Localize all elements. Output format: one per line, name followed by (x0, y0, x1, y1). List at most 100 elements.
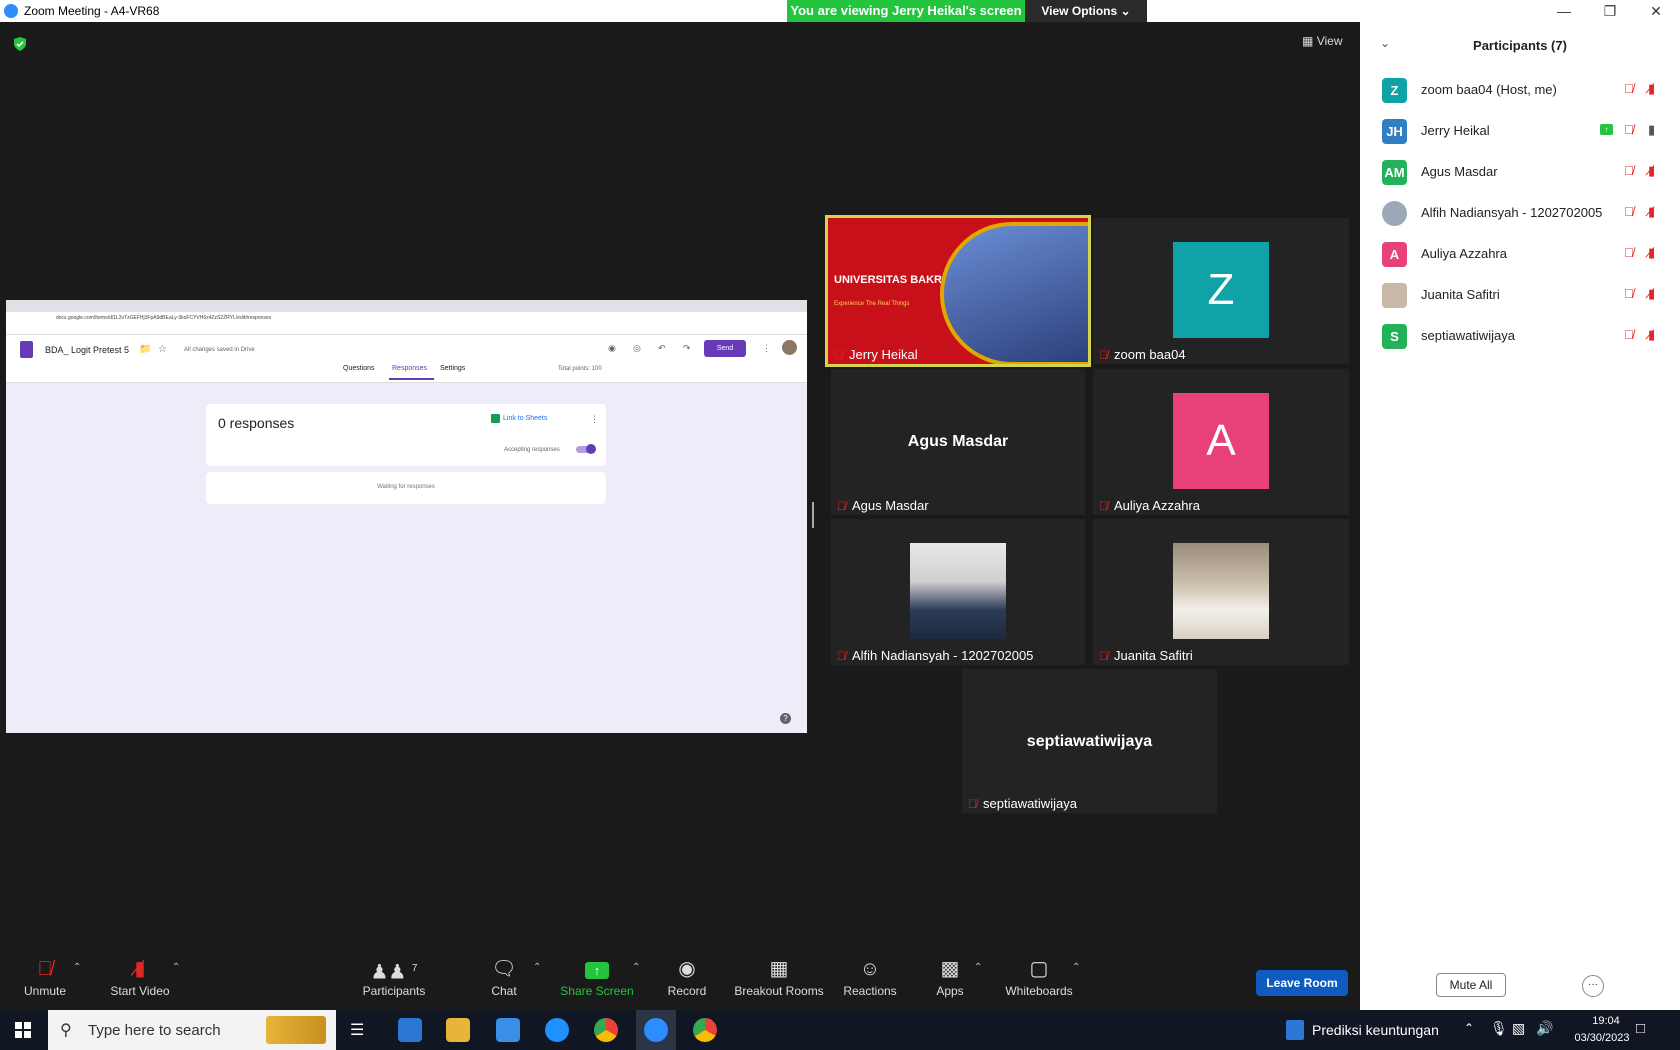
muted-mic-icon[interactable]: 🎙̸ (1624, 81, 1634, 96)
video-icon[interactable]: ▮ (1648, 122, 1655, 138)
participant-name: Agus Masdar (1421, 164, 1498, 179)
tab-settings[interactable]: Settings (440, 365, 465, 372)
participants-button[interactable]: ♟♟ 7 Participants (356, 958, 432, 998)
clock-time[interactable]: 19:04 (1576, 1015, 1636, 1027)
restore-button[interactable]: ❐ (1590, 1, 1630, 21)
video-off-icon[interactable]: ▮̸ (1648, 286, 1655, 302)
chrome-icon[interactable] (594, 1018, 618, 1042)
leave-room-button[interactable]: Leave Room (1256, 970, 1348, 996)
search-icon: ⚲ (60, 1022, 72, 1039)
whiteboard-options-caret[interactable]: ⌃ (1072, 962, 1080, 973)
notification-icon[interactable]: □ (1636, 1020, 1645, 1037)
muted-mic-icon[interactable]: 🎙̸ (1624, 245, 1634, 260)
undo-icon[interactable]: ↶ (658, 343, 666, 354)
zoom-taskbar-button[interactable] (636, 1010, 676, 1050)
chat-options-caret[interactable]: ⌃ (533, 962, 541, 973)
video-off-icon[interactable]: ▮̸ (1648, 245, 1655, 261)
video-tile-jerry[interactable]: UNIVERSITAS BAKRIE Experience The Real T… (825, 215, 1091, 367)
palette-icon[interactable]: ◉ (608, 343, 616, 354)
shield-icon[interactable] (12, 36, 28, 52)
apps-options-caret[interactable]: ⌃ (974, 962, 982, 973)
participant-row[interactable]: S septiawatiwijaya 🎙̸ ▮̸ (1360, 316, 1680, 357)
microphone-icon[interactable]: 🎙 (1490, 1020, 1508, 1037)
toggle-knob[interactable] (586, 444, 596, 454)
record-button[interactable]: ◉ Record (666, 958, 708, 998)
participant-row[interactable]: AM Agus Masdar 🎙̸ ▮̸ (1360, 152, 1680, 193)
windows-start-icon[interactable] (0, 1010, 46, 1050)
video-options-caret[interactable]: ⌃ (172, 962, 180, 973)
video-off-icon[interactable]: ▮̸ (1648, 204, 1655, 220)
slide-title: UNIVERSITAS BAKRIE (834, 274, 953, 286)
unmute-button[interactable]: 🎙̸ Unmute (20, 958, 70, 998)
muted-mic-icon[interactable]: 🎙̸ (1624, 327, 1634, 342)
participant-row[interactable]: A Auliya Azzahra 🎙̸ ▮̸ (1360, 234, 1680, 275)
start-video-button[interactable]: ▮̸ Start Video (104, 958, 176, 998)
file-explorer-icon[interactable] (446, 1018, 470, 1042)
news-widget[interactable]: Prediksi keuntungan (1312, 1022, 1439, 1038)
video-tile-agus[interactable]: Agus Masdar 🎙̸ Agus Masdar (831, 369, 1085, 515)
clock-date[interactable]: 03/30/2023 (1562, 1032, 1642, 1044)
participant-row[interactable]: Alfih Nadiansyah - 1202702005 🎙̸ ▮̸ (1360, 193, 1680, 234)
chat-icon: 🗨 (491, 958, 517, 980)
participant-row[interactable]: Juanita Safitri 🎙̸ ▮̸ (1360, 275, 1680, 316)
muted-mic-icon: 🎙̸ (1099, 649, 1108, 663)
breakout-rooms-button[interactable]: ▦ Breakout Rooms (734, 958, 824, 998)
more-options-button[interactable]: ··· (1582, 975, 1604, 997)
muted-mic-icon[interactable]: 🎙̸ (1624, 122, 1634, 137)
muted-mic-icon[interactable]: 🎙̸ (1624, 163, 1634, 178)
browser-tab-strip[interactable] (6, 300, 807, 312)
more-vert-icon[interactable]: ⋮ (590, 414, 599, 425)
participant-name: Alfih Nadiansyah - 1202702005 (1421, 205, 1603, 220)
whiteboards-button[interactable]: ▢ Whiteboards (1002, 958, 1076, 998)
edge-icon[interactable] (545, 1018, 569, 1042)
video-off-icon[interactable]: ▮̸ (1648, 327, 1655, 343)
mail-icon[interactable] (496, 1018, 520, 1042)
volume-icon[interactable]: 🔊 (1536, 1020, 1553, 1037)
shared-screen[interactable]: docs.google.com/forms/d/1L3vTzGEFHj3FpA9… (6, 300, 807, 733)
task-view-icon[interactable]: ☰ (350, 1020, 364, 1040)
chrome-profile-icon[interactable] (693, 1018, 717, 1042)
video-tile-zoom[interactable]: Z 🎙̸ zoom baa04 (1093, 218, 1349, 364)
splitter-handle[interactable] (812, 502, 814, 528)
video-tile-septia[interactable]: septiawatiwijaya 🎙̸ septiawatiwijaya (962, 669, 1217, 813)
share-screen-button[interactable]: ↑ Share Screen (560, 958, 634, 998)
apps-button[interactable]: ▩ Apps (935, 958, 965, 998)
avatar: A (1173, 393, 1269, 489)
participant-row[interactable]: JH Jerry Heikal ↑ 🎙̸ ▮ (1360, 111, 1680, 152)
browser-bookmarks-bar[interactable] (6, 324, 807, 335)
network-icon[interactable]: ▧ (1512, 1020, 1525, 1037)
star-icon[interactable]: ☆ (158, 344, 167, 355)
redo-icon[interactable]: ↷ (683, 343, 691, 354)
video-tile-alfih[interactable]: 🎙̸ Alfih Nadiansyah - 1202702005 (831, 519, 1085, 665)
mute-all-button[interactable]: Mute All (1436, 973, 1506, 997)
send-button[interactable]: Send (704, 340, 746, 357)
chat-button[interactable]: 🗨 Chat (484, 958, 524, 998)
video-tile-juanita[interactable]: 🎙̸ Juanita Safitri (1093, 519, 1349, 665)
store-icon[interactable] (398, 1018, 422, 1042)
reactions-button[interactable]: ☺ Reactions (842, 958, 898, 998)
folder-icon[interactable]: 📁 (139, 344, 151, 355)
preview-eye-icon[interactable]: ◎ (633, 343, 641, 354)
taskbar-search-box[interactable]: ⚲ Type here to search (48, 1010, 336, 1050)
link-to-sheets-button[interactable]: Link to Sheets (503, 415, 547, 422)
audio-options-caret[interactable]: ⌃ (73, 962, 81, 973)
help-icon[interactable]: ? (780, 713, 791, 724)
view-button[interactable]: ▦ View (1302, 34, 1342, 48)
muted-mic-icon[interactable]: 🎙̸ (1624, 286, 1634, 301)
close-button[interactable]: ✕ (1636, 1, 1676, 21)
muted-mic-icon[interactable]: 🎙̸ (1624, 204, 1634, 219)
share-options-caret[interactable]: ⌃ (632, 962, 640, 973)
tab-responses[interactable]: Responses (392, 365, 427, 372)
video-off-icon[interactable]: ▮̸ (1648, 81, 1655, 97)
tab-questions[interactable]: Questions (343, 365, 375, 372)
avatar[interactable] (782, 340, 797, 355)
participant-row[interactable]: Z zoom baa04 (Host, me) 🎙̸ ▮̸ (1360, 70, 1680, 111)
form-title[interactable]: BDA_ Logit Pretest 5 (45, 345, 129, 355)
video-tile-auliya[interactable]: A 🎙̸ Auliya Azzahra (1093, 369, 1349, 515)
browser-address-bar[interactable]: docs.google.com/forms/d/1L3vTzGEFHj3FpA9… (6, 312, 807, 324)
more-vert-icon[interactable]: ⋮ (762, 343, 771, 354)
chevron-up-icon[interactable]: ⌃ (1464, 1021, 1474, 1035)
minimize-button[interactable]: — (1544, 1, 1584, 21)
view-options-button[interactable]: View Options ⌄ (1025, 0, 1147, 22)
video-off-icon[interactable]: ▮̸ (1648, 163, 1655, 179)
